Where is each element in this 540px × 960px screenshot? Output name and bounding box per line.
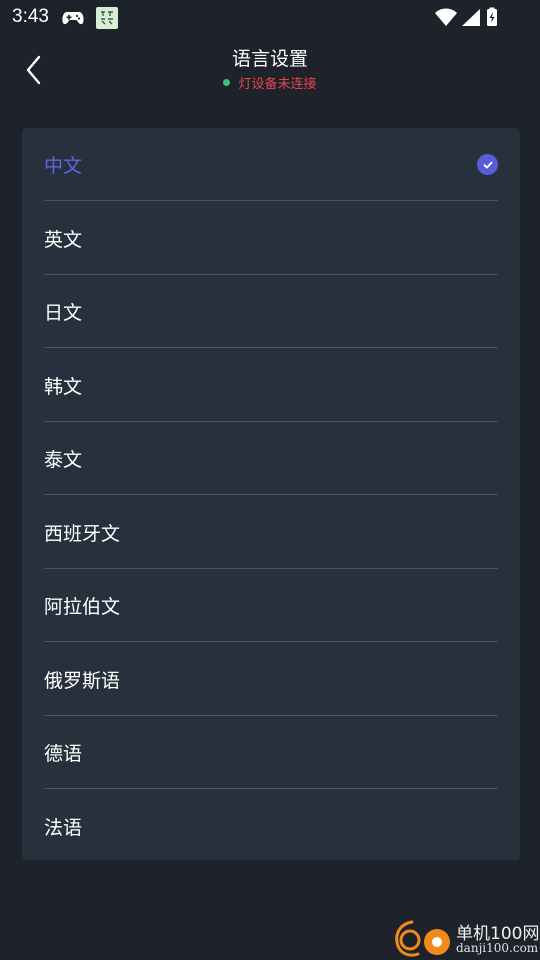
language-label: 韩文 [44, 375, 83, 398]
language-label: 俄罗斯语 [44, 669, 121, 692]
language-label: 西班牙文 [44, 522, 121, 545]
language-label: 阿拉伯文 [44, 596, 121, 618]
language-label: 法语 [44, 816, 83, 839]
connection-status: 灯设备未连接 [0, 73, 540, 92]
status-bar: 3:43 [0, 0, 540, 36]
wifi-icon [435, 8, 457, 26]
language-option-french[interactable]: 法语 [44, 790, 498, 863]
check-circle-icon [477, 154, 498, 175]
signal-icon [462, 9, 480, 26]
language-option-english[interactable]: 英文 [44, 202, 498, 275]
watermark-url: danji100.com [456, 941, 539, 955]
watermark-logo-icon [395, 920, 450, 957]
connection-status-text: 灯设备未连接 [238, 77, 317, 92]
header: 语言设置 灯设备未连接 [0, 36, 540, 106]
language-list: 中文 英文 日文 韩文 泰文 西班牙文 阿拉伯文 俄罗斯语 德语 法语 [22, 128, 520, 860]
gamepad-icon [62, 12, 84, 25]
language-option-korean[interactable]: 韩文 [44, 349, 498, 422]
language-label: 中文 [44, 155, 83, 177]
status-dot-icon [223, 79, 231, 86]
language-label: 德语 [44, 743, 83, 765]
language-option-arabic[interactable]: 阿拉伯文 [44, 569, 498, 642]
language-label: 日文 [44, 302, 83, 324]
language-option-spanish[interactable]: 西班牙文 [44, 496, 498, 569]
language-option-chinese[interactable]: 中文 [44, 128, 498, 201]
language-label: 英文 [44, 228, 83, 251]
status-time: 3:43 [12, 6, 49, 27]
language-option-russian[interactable]: 俄罗斯语 [44, 643, 498, 716]
language-label: 泰文 [44, 449, 83, 471]
language-option-thai[interactable]: 泰文 [44, 422, 498, 495]
page-title: 语言设置 [231, 48, 308, 70]
watermark: 单机100网 danji100.com [392, 916, 540, 960]
language-option-german[interactable]: 德语 [44, 716, 498, 789]
system-status-icons [435, 7, 497, 26]
app-notification-icon [96, 7, 118, 29]
language-option-japanese[interactable]: 日文 [44, 275, 498, 348]
